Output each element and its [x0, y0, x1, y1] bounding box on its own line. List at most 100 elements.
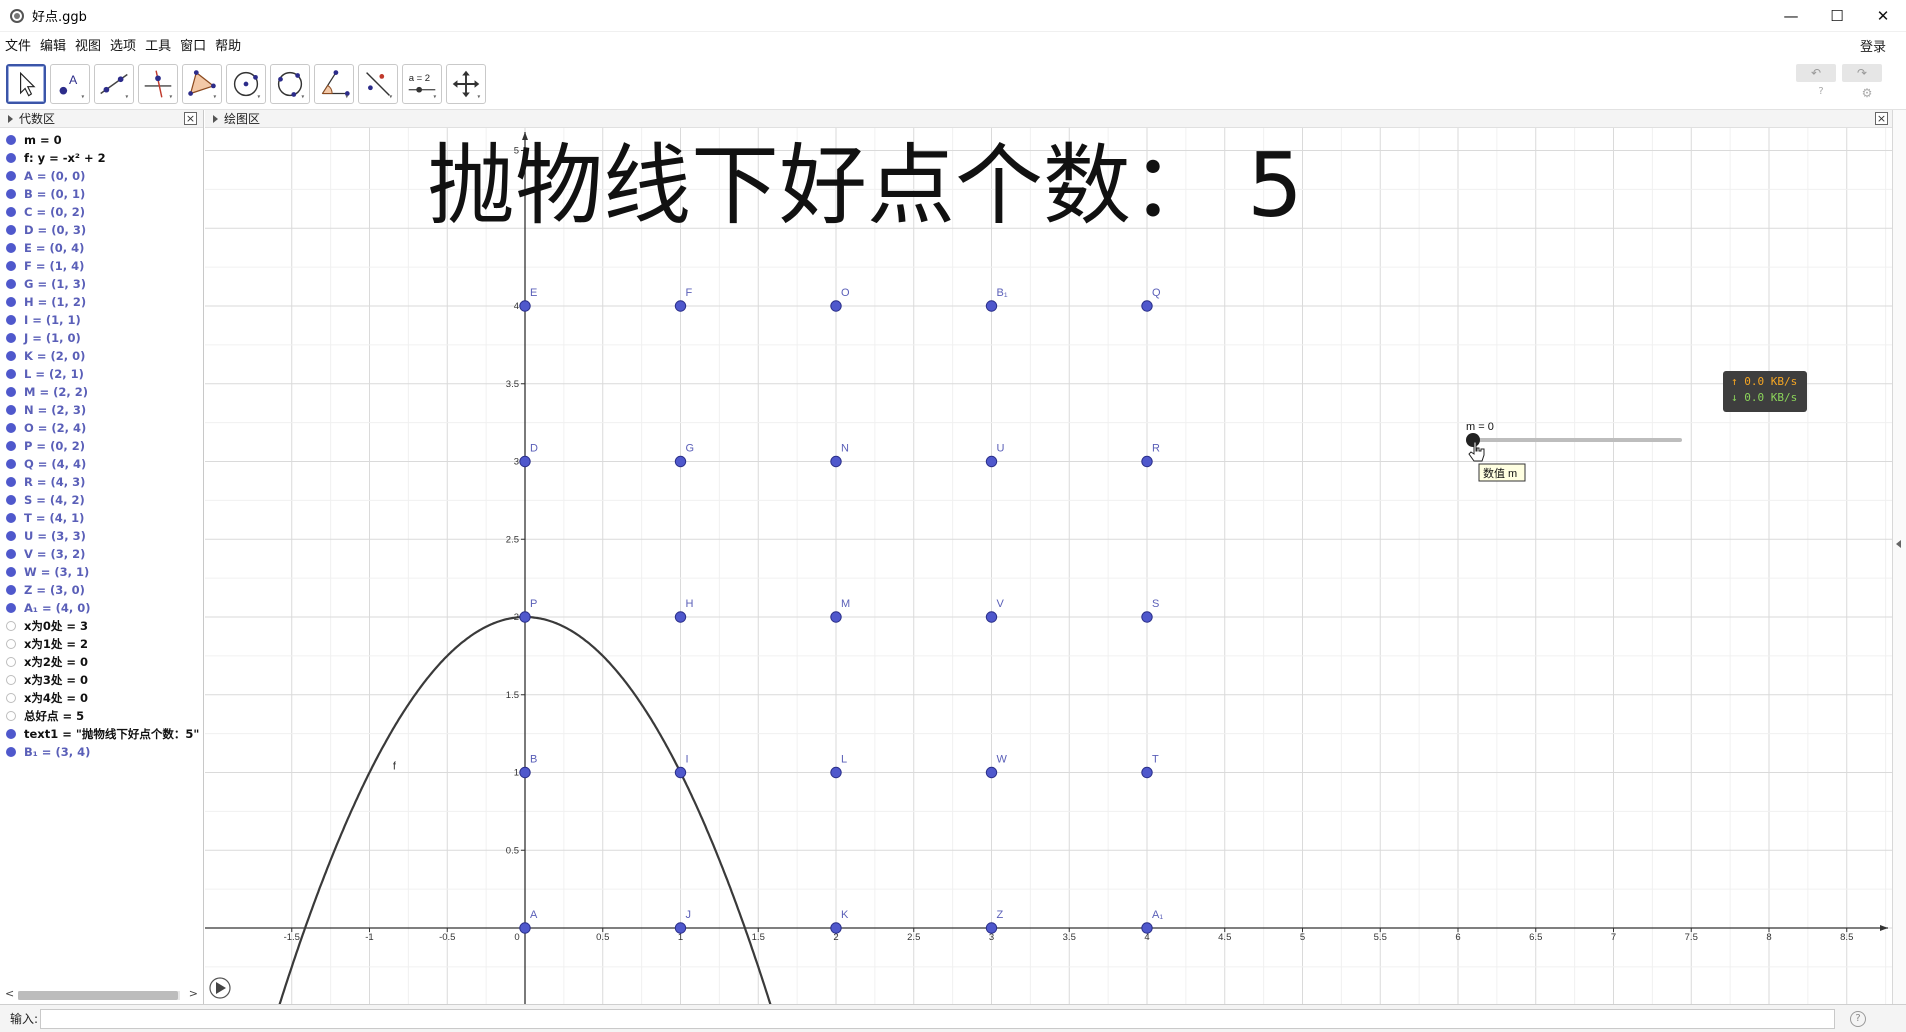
visibility-toggle[interactable] [6, 297, 16, 307]
visibility-toggle[interactable] [6, 549, 16, 559]
algebra-row[interactable]: A₁ = (4, 0) [0, 599, 203, 617]
algebra-row[interactable]: R = (4, 3) [0, 473, 203, 491]
move-tool-button[interactable] [6, 64, 46, 104]
algebra-row[interactable]: C = (0, 2) [0, 203, 203, 221]
polygon-tool-button[interactable] [182, 64, 222, 104]
line-tool-button[interactable] [94, 64, 134, 104]
algebra-row[interactable]: f: y = -x² + 2 [0, 149, 203, 167]
graphics-canvas[interactable]: -1.5 -1 -0.5 0 0.5 1 1.5 2 2.5 3 3.5 4 4.5 5 5.5 6 6.5 7 7… [205, 128, 1892, 1004]
algebra-row[interactable]: P = (0, 2) [0, 437, 203, 455]
algebra-row[interactable]: x为2处 = 0 [0, 653, 203, 671]
menu-window[interactable]: 窗口 [180, 35, 211, 54]
point-16[interactable] [985, 766, 998, 779]
close-algebra-view-icon[interactable]: × [184, 112, 197, 125]
algebra-row[interactable]: O = (2, 4) [0, 419, 203, 437]
collapse-triangle-icon[interactable] [8, 114, 13, 123]
visibility-toggle[interactable] [6, 279, 16, 289]
perpendicular-tool-button[interactable] [138, 64, 178, 104]
point-tool-button[interactable]: A [50, 64, 90, 104]
point-4[interactable] [519, 300, 531, 312]
point-2[interactable] [519, 611, 531, 623]
point-0[interactable] [519, 922, 531, 934]
slider-tool-button[interactable]: a = 2 [402, 64, 442, 104]
point-11[interactable] [830, 766, 842, 779]
point-18[interactable] [985, 455, 998, 468]
visibility-toggle[interactable] [6, 513, 16, 523]
algebra-row[interactable]: text1 = "抛物线下好点个数：5" [0, 725, 203, 743]
point-24[interactable] [1141, 300, 1153, 312]
visibility-toggle[interactable] [6, 621, 16, 631]
visibility-toggle[interactable] [6, 405, 16, 415]
menu-options[interactable]: 选项 [110, 35, 141, 54]
visibility-toggle[interactable] [6, 153, 16, 163]
visibility-toggle[interactable] [6, 369, 16, 379]
parabola-curve[interactable] [268, 615, 780, 1004]
close-button[interactable]: ✕ [1860, 0, 1906, 32]
algebra-row[interactable]: x为1处 = 2 [0, 635, 203, 653]
point-17[interactable] [985, 611, 998, 623]
point-6[interactable] [674, 766, 687, 779]
help-icon[interactable]: ? [1850, 1011, 1866, 1027]
scroll-left-icon[interactable]: < [5, 987, 14, 1000]
algebra-row[interactable]: N = (2, 3) [0, 401, 203, 419]
count-title-text[interactable]: 抛物线下好点个数： 5 [427, 134, 1303, 237]
algebra-row[interactable]: 总好点 = 5 [0, 707, 203, 725]
reflect-tool-button[interactable] [358, 64, 398, 104]
redo-button[interactable]: ↷ [1842, 64, 1882, 82]
point-15[interactable] [985, 922, 998, 934]
algebra-row[interactable]: H = (1, 2) [0, 293, 203, 311]
algebra-row[interactable]: M = (2, 2) [0, 383, 203, 401]
maximize-button[interactable]: ☐ [1814, 0, 1860, 32]
algebra-row[interactable]: J = (1, 0) [0, 329, 203, 347]
algebra-row[interactable]: E = (0, 4) [0, 239, 203, 257]
collapse-triangle-icon[interactable] [213, 114, 218, 123]
menu-view[interactable]: 视图 [75, 35, 106, 54]
point-23[interactable] [1141, 455, 1153, 468]
algebra-row[interactable]: Q = (4, 4) [0, 455, 203, 473]
visibility-toggle[interactable] [6, 171, 16, 181]
visibility-toggle[interactable] [6, 189, 16, 199]
algebra-row[interactable]: x为0处 = 3 [0, 617, 203, 635]
input-field[interactable] [40, 1009, 1835, 1029]
visibility-toggle[interactable] [6, 495, 16, 505]
algebra-row[interactable]: Z = (3, 0) [0, 581, 203, 599]
close-graphics-view-icon[interactable]: × [1875, 112, 1888, 125]
visibility-toggle[interactable] [6, 603, 16, 613]
algebra-row[interactable]: x为4处 = 0 [0, 689, 203, 707]
algebra-row[interactable]: x为3处 = 0 [0, 671, 203, 689]
algebra-row[interactable]: F = (1, 4) [0, 257, 203, 275]
visibility-toggle[interactable] [6, 225, 16, 235]
point-9[interactable] [674, 300, 687, 312]
visibility-toggle[interactable] [6, 135, 16, 145]
menu-help[interactable]: 帮助 [215, 35, 246, 54]
point-8[interactable] [674, 455, 687, 468]
algebra-row[interactable]: m = 0 [0, 131, 203, 149]
menu-edit[interactable]: 编辑 [40, 35, 71, 54]
point-13[interactable] [830, 455, 842, 468]
visibility-toggle[interactable] [6, 423, 16, 433]
algebra-row[interactable]: A = (0, 0) [0, 167, 203, 185]
visibility-toggle[interactable] [6, 207, 16, 217]
point-5[interactable] [674, 922, 687, 934]
visibility-toggle[interactable] [6, 711, 16, 721]
visibility-toggle[interactable] [6, 747, 16, 757]
side-panel-toggle[interactable] [1892, 110, 1906, 1004]
visibility-toggle[interactable] [6, 693, 16, 703]
gear-icon[interactable]: ⚙ [1860, 86, 1874, 100]
visibility-toggle[interactable] [6, 729, 16, 739]
point-19[interactable] [985, 300, 998, 312]
algebra-row[interactable]: K = (2, 0) [0, 347, 203, 365]
visibility-toggle[interactable] [6, 675, 16, 685]
algebra-row[interactable]: D = (0, 3) [0, 221, 203, 239]
visibility-toggle[interactable] [6, 351, 16, 361]
point-14[interactable] [830, 300, 842, 312]
point-12[interactable] [830, 611, 842, 623]
visibility-toggle[interactable] [6, 441, 16, 451]
visibility-toggle[interactable] [6, 567, 16, 577]
point-3[interactable] [519, 455, 531, 468]
algebra-row[interactable]: G = (1, 3) [0, 275, 203, 293]
move-graphics-tool-button[interactable] [446, 64, 486, 104]
point-10[interactable] [830, 922, 842, 934]
algebra-row[interactable]: L = (2, 1) [0, 365, 203, 383]
visibility-toggle[interactable] [6, 531, 16, 541]
